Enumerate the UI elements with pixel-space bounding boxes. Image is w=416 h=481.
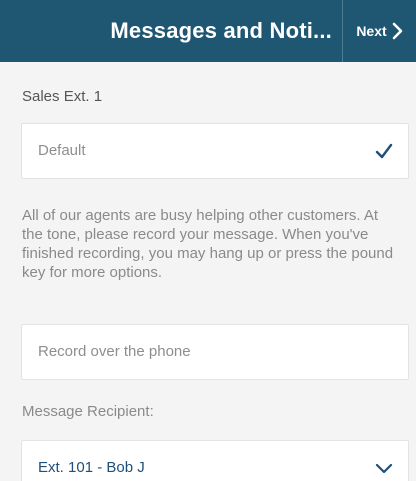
page-title: Messages and Noti... [110,18,332,43]
message-recipient-select[interactable]: Ext. 101 - Bob J [21,440,409,481]
greeting-select[interactable]: Default [21,123,409,179]
messages-screen: Messages and Noti... Next Sales Ext. 1 D… [0,0,416,481]
message-recipient-label: Message Recipient: [22,403,154,420]
next-label: Next [356,23,387,39]
chevron-right-icon [392,22,403,40]
greeting-value: Default [38,142,86,159]
record-over-phone-button[interactable]: Record over the phone [21,324,409,380]
sales-extension-label: Sales Ext. 1 [22,88,103,105]
record-option-label: Record over the phone [38,343,191,360]
header-bar: Messages and Noti... Next [0,0,416,62]
chevron-down-icon [374,458,394,481]
checkmark-icon [374,141,394,166]
next-button[interactable]: Next [343,0,416,62]
recipient-value: Ext. 101 - Bob J [38,459,145,476]
greeting-message-text: All of our agents are busy helping other… [22,207,394,281]
